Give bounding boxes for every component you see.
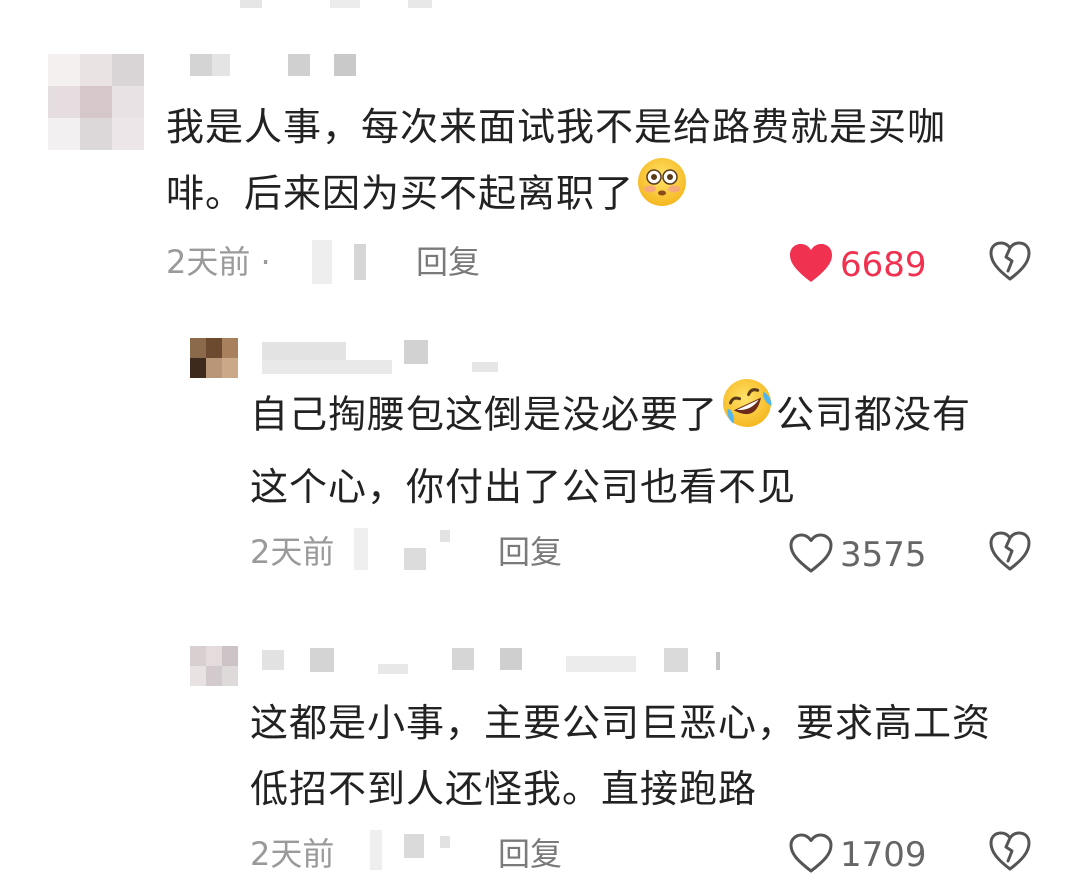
- location-blurred: [354, 528, 368, 570]
- like-count: 1709: [840, 835, 927, 875]
- broken-heart-icon: [988, 241, 1032, 286]
- heart-outline-icon: [788, 532, 834, 578]
- comment-text: 这都是小事，主要公司巨恶心，要求高工资 低招不到人还怪我。直接跑路: [250, 701, 992, 811]
- avatar[interactable]: [190, 338, 238, 378]
- flushed-face-emoji: [636, 156, 688, 228]
- comment-time: 2天前 ·: [166, 243, 271, 281]
- heart-filled-icon: [788, 242, 834, 288]
- like-count: 3575: [840, 535, 927, 575]
- reply-button[interactable]: 回复: [416, 242, 480, 282]
- avatar[interactable]: [190, 646, 238, 686]
- like-button[interactable]: 6689: [788, 242, 927, 288]
- like-button[interactable]: 1709: [788, 832, 927, 878]
- rolling-laughing-emoji: [720, 376, 774, 450]
- dislike-button[interactable]: [988, 830, 1032, 876]
- location-blurred: [440, 530, 450, 542]
- location-blurred: [404, 548, 426, 570]
- blurred-remnant: [408, 0, 432, 8]
- blurred-remnant: [240, 0, 262, 8]
- reply-button[interactable]: 回复: [498, 532, 562, 572]
- location-blurred: [354, 244, 366, 280]
- broken-heart-icon: [988, 831, 1032, 876]
- like-count: 6689: [840, 245, 927, 285]
- like-button[interactable]: 3575: [788, 532, 927, 578]
- location-blurred: [370, 830, 382, 870]
- comment-time: 2天前: [250, 533, 335, 571]
- reply-button[interactable]: 回复: [498, 834, 562, 874]
- heart-outline-icon: [788, 832, 834, 878]
- broken-heart-icon: [988, 531, 1032, 576]
- comment-time: 2天前: [250, 835, 335, 873]
- location-blurred: [440, 836, 450, 848]
- location-blurred: [404, 834, 424, 858]
- dislike-button[interactable]: [988, 240, 1032, 286]
- comment-text: 自己掏腰包这倒是没必要了 公司都没有 这个心，你付出了公司也看不见: [250, 379, 971, 520]
- location-blurred: [312, 240, 332, 284]
- avatar[interactable]: [48, 54, 144, 150]
- blurred-remnant: [330, 0, 360, 8]
- dislike-button[interactable]: [988, 530, 1032, 576]
- comment-text: 我是人事，每次来面试我不是给路费就是买咖 啡。后来因为买不起离职了: [166, 94, 946, 232]
